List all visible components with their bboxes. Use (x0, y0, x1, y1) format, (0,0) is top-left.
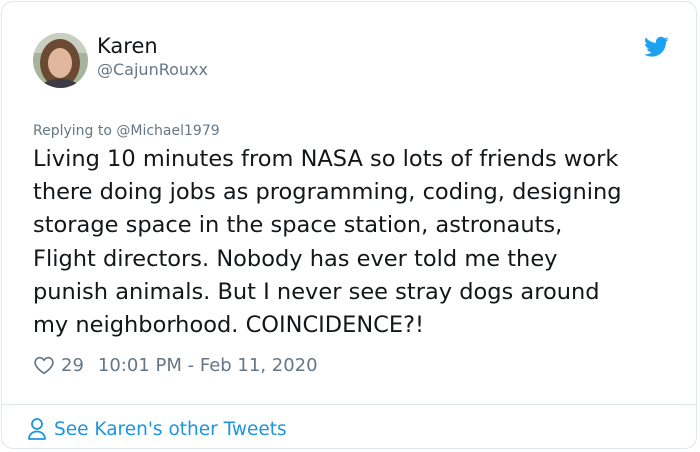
see-other-tweets-label: See Karen's other Tweets (54, 418, 287, 440)
timestamp[interactable]: 10:01 PM - Feb 11, 2020 (98, 355, 318, 376)
replying-to[interactable]: Replying to @Michael1979 (33, 121, 220, 141)
tweet-meta: 29 10:01 PM - Feb 11, 2020 (33, 351, 318, 379)
like-count[interactable]: 29 (61, 355, 84, 376)
tweet-card: Karen @CajunRouxx Replying to @Michael19… (1, 1, 697, 449)
divider (2, 404, 696, 405)
tweet-text: Living 10 minutes from NASA so lots of f… (33, 146, 622, 339)
author-name[interactable]: Karen (97, 33, 158, 59)
heart-icon[interactable] (33, 354, 55, 376)
twitter-bird-icon[interactable] (644, 36, 669, 58)
see-other-tweets-link[interactable]: See Karen's other Tweets (26, 415, 287, 443)
person-icon (28, 418, 46, 440)
author-handle[interactable]: @CajunRouxx (97, 59, 208, 81)
avatar-image (33, 33, 88, 88)
avatar[interactable] (33, 33, 88, 88)
